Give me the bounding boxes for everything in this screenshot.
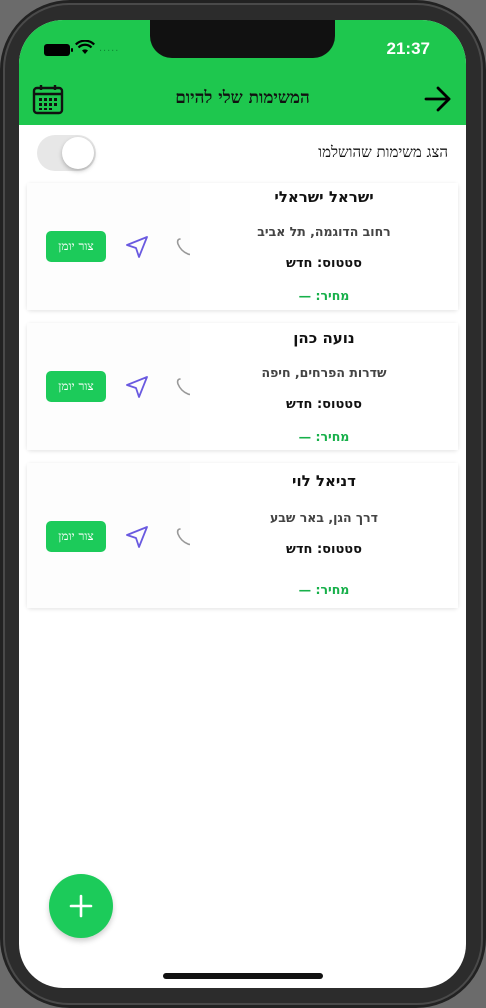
task-status: סטטוס: חדש bbox=[286, 542, 362, 557]
show-completed-row: הצג משימות שהושלמו bbox=[19, 125, 466, 180]
show-completed-toggle[interactable] bbox=[37, 135, 96, 171]
navigation-icon[interactable] bbox=[125, 235, 149, 259]
customer-name: דניאל לוי bbox=[292, 472, 356, 490]
card-content: נועה כהן שדרות הפרחים, חיפה סטטוס: חדש מ… bbox=[190, 323, 458, 450]
status-time: 21:37 bbox=[386, 39, 430, 58]
customer-name: ישראל ישראלי bbox=[274, 188, 374, 206]
signal-strength: ..... bbox=[99, 42, 120, 54]
wifi-icon bbox=[75, 40, 95, 54]
phone-frame: ..... 21:37 המשימות שלי להיום הצג משימות… bbox=[0, 0, 486, 1008]
task-status: סטטוס: חדש bbox=[286, 256, 362, 271]
customer-address: רחוב הדוגמה, תל אביב bbox=[257, 224, 391, 239]
home-indicator[interactable] bbox=[163, 973, 323, 979]
task-card[interactable]: צור יומן נועה כהן שדרות הפרחים, חיפה סטט… bbox=[27, 323, 458, 450]
app-header: ..... 21:37 המשימות שלי להיום bbox=[19, 20, 466, 125]
battery-icon bbox=[44, 44, 73, 56]
app-screen: ..... 21:37 המשימות שלי להיום הצג משימות… bbox=[19, 20, 466, 988]
plus-icon bbox=[69, 894, 93, 918]
add-task-button[interactable] bbox=[49, 874, 113, 938]
card-content: ישראל ישראלי רחוב הדוגמה, תל אביב סטטוס:… bbox=[190, 183, 458, 310]
arrow-right-icon[interactable] bbox=[424, 86, 452, 112]
task-status: סטטוס: חדש bbox=[286, 397, 362, 412]
card-content: דניאל לוי דרך הגן, באר שבע סטטוס: חדש מח… bbox=[190, 463, 458, 608]
task-price: מחיר: — bbox=[298, 288, 350, 303]
navigation-icon[interactable] bbox=[125, 525, 149, 549]
card-actions: צור יומן bbox=[27, 463, 193, 608]
task-card[interactable]: צור יומן דניאל לוי דרך הגן, באר שבע סטטו… bbox=[27, 463, 458, 608]
task-price: מחיר: — bbox=[298, 582, 350, 597]
customer-address: שדרות הפרחים, חיפה bbox=[261, 365, 387, 380]
navigation-icon[interactable] bbox=[125, 375, 149, 399]
toggle-knob bbox=[62, 137, 94, 169]
create-calendar-button[interactable]: צור יומן bbox=[46, 231, 106, 262]
task-card[interactable]: צור יומן ישראל ישראלי רחוב הדוגמה, תל אב… bbox=[27, 183, 458, 310]
create-calendar-button[interactable]: צור יומן bbox=[46, 521, 106, 552]
customer-name: נועה כהן bbox=[293, 329, 355, 347]
show-completed-label: הצג משימות שהושלמו bbox=[318, 143, 448, 161]
customer-address: דרך הגן, באר שבע bbox=[269, 510, 379, 525]
card-actions: צור יומן bbox=[27, 323, 193, 450]
card-actions: צור יומן bbox=[27, 183, 193, 310]
camera-notch bbox=[150, 20, 335, 58]
page-title: המשימות שלי להיום bbox=[175, 88, 310, 108]
task-price: מחיר: — bbox=[298, 429, 350, 444]
create-calendar-button[interactable]: צור יומן bbox=[46, 371, 106, 402]
